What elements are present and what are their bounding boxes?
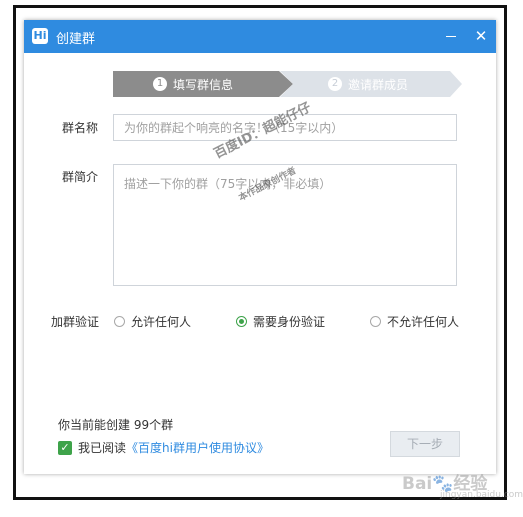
baidu-jingyan-watermark-url: jingyan.baidu.com xyxy=(440,490,523,500)
radio-label: 需要身份验证 xyxy=(253,315,326,329)
radio-unchecked-icon[interactable] xyxy=(114,316,125,327)
radio-checked-icon[interactable] xyxy=(236,316,247,327)
create-group-dialog: Hi 创建群 ✕ 1 填写群信息 2 邀请群成员 群名称 群简介 加群验证 允许… xyxy=(24,20,496,474)
agree-prefix-text: 我已阅读 xyxy=(78,441,127,455)
group-quota-text: 你当前能创建 99个群 xyxy=(58,418,174,432)
radio-allow-anyone[interactable]: 允许任何人 xyxy=(114,313,191,330)
step-number-badge: 1 xyxy=(153,77,167,91)
step-invite-members: 2 邀请群成员 xyxy=(280,71,462,97)
radio-require-verification[interactable]: 需要身份验证 xyxy=(236,313,325,330)
step-number-badge: 2 xyxy=(328,77,342,91)
radio-disallow-anyone[interactable]: 不允许任何人 xyxy=(370,313,459,330)
step-label: 填写群信息 xyxy=(173,77,234,92)
group-intro-label: 群简介 xyxy=(62,170,99,184)
agree-checkbox-checked-icon[interactable]: ✓ xyxy=(58,440,72,455)
next-step-button[interactable]: 下一步 xyxy=(390,431,460,457)
group-intro-textarea[interactable] xyxy=(113,164,457,286)
title-bar[interactable]: Hi 创建群 ✕ xyxy=(24,20,496,53)
user-agreement-link[interactable]: 《百度hi群用户使用协议》 xyxy=(126,439,269,456)
join-verify-label: 加群验证 xyxy=(51,315,100,329)
minimize-icon[interactable] xyxy=(442,26,460,46)
step-label: 邀请群成员 xyxy=(348,77,409,92)
agreement-row: ✓ 我已阅读 《百度hi群用户使用协议》 xyxy=(58,439,269,456)
step-fill-group-info: 1 填写群信息 xyxy=(113,71,293,97)
radio-label: 不允许任何人 xyxy=(387,315,460,329)
radio-label: 允许任何人 xyxy=(131,315,192,329)
baidu-hi-logo-icon: Hi xyxy=(32,28,48,44)
window-title: 创建群 xyxy=(56,32,96,47)
group-name-label: 群名称 xyxy=(62,121,99,135)
close-icon[interactable]: ✕ xyxy=(471,25,491,47)
radio-unchecked-icon[interactable] xyxy=(370,316,381,327)
